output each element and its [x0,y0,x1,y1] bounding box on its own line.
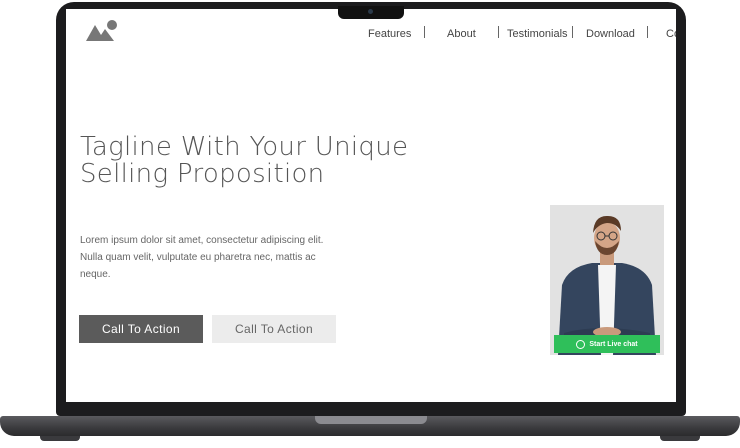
nav-separator [647,26,648,38]
start-live-chat-label: Start Live chat [589,340,638,348]
tagline-line-1: Tagline With Your Unique [80,132,409,162]
secondary-cta-button[interactable]: Call To Action [212,315,336,343]
hero-body-text: Lorem ipsum dolor sit amet, consectetur … [80,235,324,280]
primary-cta-button[interactable]: Call To Action [79,315,203,343]
nav-item-features[interactable]: Features [368,28,411,40]
nav-item-about[interactable]: About [447,28,476,40]
webcam-icon [368,9,373,14]
hero-tagline: Tagline With Your Unique Selling Proposi… [80,134,500,188]
nav-item-testimonials[interactable]: Testimonials [507,28,568,40]
nav-separator [498,26,499,38]
start-live-chat-button[interactable]: Start Live chat [554,335,660,353]
live-chat-card [550,205,664,355]
laptop-opening-groove [315,416,427,424]
agent-photo [550,205,664,355]
nav-separator [572,26,573,38]
laptop-foot-left [40,436,80,441]
nav-separator [424,26,425,38]
laptop-foot-right [660,436,700,441]
camera-notch [338,6,404,19]
tagline-line-2: Selling Proposition [80,159,325,189]
chat-bubble-icon [576,339,586,349]
laptop-screen: Features About Testimonials Download Co … [66,9,676,402]
nav-item-contact[interactable]: Co [666,28,676,40]
logo-icon[interactable] [86,19,120,43]
nav-item-download[interactable]: Download [586,28,635,40]
